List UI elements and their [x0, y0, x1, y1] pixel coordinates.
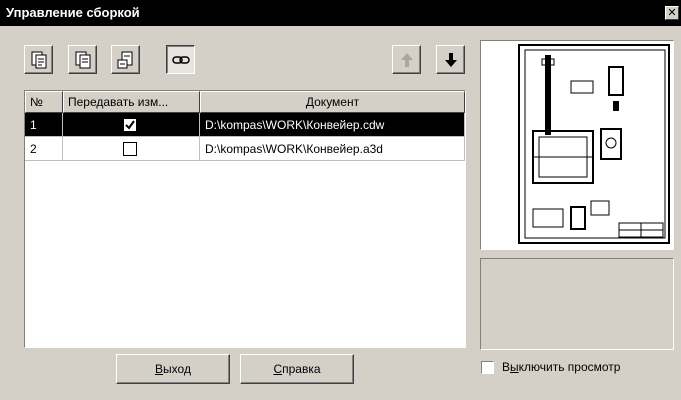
help-accelerator: С [273, 362, 283, 376]
disable-preview-label[interactable]: Выключить просмотр [502, 360, 620, 374]
drawing-preview [480, 40, 674, 250]
table-row[interactable]: 2 D:\kompas\WORK\Конвейер.a3d [25, 137, 465, 161]
document-list[interactable]: № Передавать изм... Документ 1 D:\kompas… [24, 90, 466, 348]
link-icon [172, 56, 190, 64]
disable-preview-checkbox[interactable] [481, 361, 494, 374]
exit-label: ыход [163, 362, 191, 376]
title-bar: Управление сборкой ✕ [0, 0, 681, 26]
move-down-button[interactable] [436, 45, 465, 74]
table-row[interactable]: 1 D:\kompas\WORK\Конвейер.cdw [25, 113, 465, 137]
transfer-checkbox[interactable] [123, 118, 137, 132]
assembly-manager-dialog: Управление сборкой ✕ № Передавать изм...… [0, 0, 681, 400]
transfer-cell[interactable] [63, 137, 200, 161]
copy-document-2-button[interactable] [68, 45, 97, 74]
transfer-checkbox[interactable] [123, 142, 137, 156]
drawing-thumbnail [518, 44, 670, 244]
document-edit-icon [117, 51, 133, 69]
close-icon: ✕ [667, 7, 677, 19]
help-label: правка [282, 362, 321, 376]
move-up-button[interactable] [392, 45, 421, 74]
link-toggle-button[interactable] [166, 45, 195, 74]
exit-button[interactable]: Выход [116, 354, 230, 384]
row-number: 1 [25, 113, 63, 137]
copy-document-button[interactable] [24, 45, 53, 74]
row-number: 2 [25, 137, 63, 161]
column-header-document[interactable]: Документ [200, 91, 465, 113]
transfer-cell[interactable] [63, 113, 200, 137]
help-button[interactable]: Справка [240, 354, 354, 384]
close-button[interactable]: ✕ [665, 6, 679, 20]
column-header-transfer[interactable]: Передавать изм... [63, 91, 200, 113]
document-path: D:\kompas\WORK\Конвейер.a3d [200, 137, 465, 161]
document-path: D:\kompas\WORK\Конвейер.cdw [200, 113, 465, 137]
document-copy-icon [75, 51, 91, 69]
column-header-number[interactable]: № [25, 91, 63, 113]
arrow-up-icon [401, 53, 413, 67]
document-copy-icon [31, 51, 47, 69]
preview-secondary-panel [480, 258, 674, 350]
arrow-down-icon [445, 53, 457, 67]
edit-document-button[interactable] [111, 45, 140, 74]
checkmark-icon [125, 120, 135, 130]
window-title: Управление сборкой [6, 5, 140, 20]
exit-accelerator: В [155, 362, 164, 376]
